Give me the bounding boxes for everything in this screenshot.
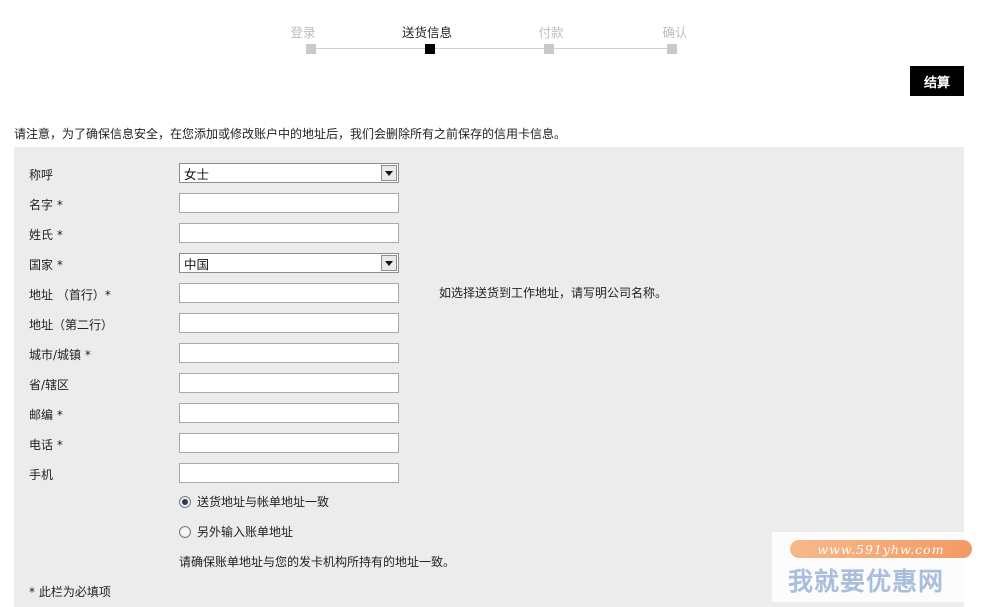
country-select-value: 中国 [184,256,210,272]
postcode-field[interactable] [179,403,399,423]
city-field[interactable] [179,343,399,363]
title-select[interactable]: 女士 [179,163,399,183]
first-name-field[interactable] [179,193,399,213]
step-confirm-label: 确认 [662,25,688,40]
last-name-label: 姓氏 * [29,228,63,242]
billing-address-note: 请确保账单地址与您的发卡机构所持有的地址一致。 [179,555,456,569]
address-line2-field[interactable] [179,313,399,333]
step-login-marker [306,44,316,54]
billing-same-label: 送货地址与帐单地址一致 [197,495,330,509]
first-name-label: 名字 * [29,198,63,212]
title-select-value: 女士 [184,166,210,182]
step-shipping-marker [425,44,435,54]
address-line1-label: 地址 （首行）* [29,288,111,302]
billing-same-radio[interactable] [179,495,191,508]
checkout-progress: 登录 送货信息 付款 确认 [0,0,988,60]
progress-line [310,48,672,49]
last-name-field[interactable] [179,223,399,243]
phone-field[interactable] [179,433,399,453]
step-confirm-marker [667,44,677,54]
billing-other-label: 另外输入账单地址 [197,525,294,539]
province-label: 省/辖区 [29,378,70,392]
work-address-hint: 如选择送货到工作地址，请写明公司名称。 [439,286,668,300]
step-login-label: 登录 [290,25,316,40]
phone-label: 电话 * [29,438,63,452]
step-payment-label: 付款 [538,25,564,40]
watermark: www.591yhw.com 我就要优惠网 [772,532,988,602]
step-shipping-label: 送货信息 [401,25,453,40]
city-label: 城市/城镇 * [29,348,91,362]
checkout-button[interactable]: 结算 [910,66,964,96]
watermark-url: www.591yhw.com [790,540,972,558]
mobile-field[interactable] [179,463,399,483]
required-fields-note: * 此栏为必填项 [29,585,111,599]
chevron-down-icon[interactable] [381,255,397,271]
address-line1-field[interactable] [179,283,399,303]
province-field[interactable] [179,373,399,393]
billing-other-option[interactable]: 另外输入账单地址 [179,523,293,540]
country-label: 国家 * [29,258,63,272]
step-payment-marker [544,44,554,54]
security-notice: 请注意，为了确保信息安全，在您添加或修改账户中的地址后，我们会删除所有之前保存的… [14,127,567,141]
title-label: 称呼 [29,168,54,182]
watermark-logo-text: 我就要优惠网 [788,567,945,596]
postcode-label: 邮编 * [29,408,63,422]
country-select[interactable]: 中国 [179,253,399,273]
billing-other-radio[interactable] [179,525,191,538]
mobile-label: 手机 [29,468,54,482]
billing-same-option[interactable]: 送货地址与帐单地址一致 [179,493,329,510]
chevron-down-icon[interactable] [381,165,397,181]
address-line2-label: 地址（第二行） [29,318,114,332]
